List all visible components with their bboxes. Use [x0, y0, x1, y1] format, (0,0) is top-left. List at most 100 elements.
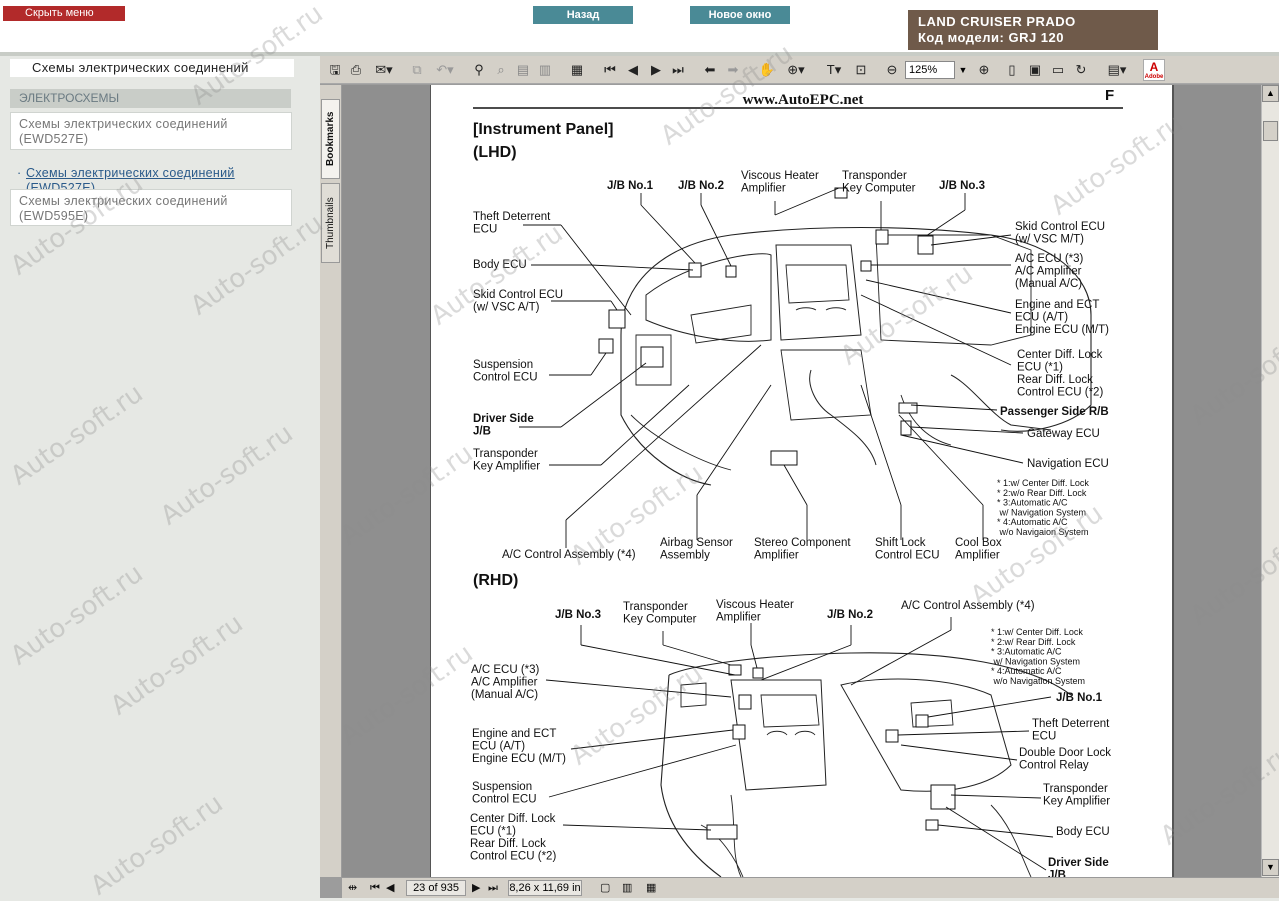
search-icon[interactable]: ⌕ [492, 60, 510, 80]
zoom-out-icon[interactable]: ⊖ [883, 60, 901, 80]
find-icon[interactable]: ⚲ [470, 60, 488, 80]
jb-no3-box [917, 235, 934, 255]
fit-page-icon[interactable]: ▣ [1026, 60, 1044, 80]
undo-icon[interactable]: ↶▾ [430, 60, 460, 80]
dashboard-outline [760, 694, 820, 728]
snapshot-icon[interactable]: ⊡ [852, 60, 870, 80]
page-icon[interactable]: ▤ [514, 60, 532, 80]
bullet-icon: · [17, 166, 22, 180]
rhd-label-body: Body ECU [1056, 826, 1110, 838]
stereo-amp-box [770, 450, 798, 466]
leader-line [580, 644, 736, 676]
zoom-tool-icon[interactable]: ⊕▾ [782, 60, 810, 80]
label-jb-no3: J/B No.3 [939, 180, 985, 192]
last-page-icon[interactable]: ⏭ [670, 60, 686, 80]
pages-icon[interactable]: ▥ [536, 60, 554, 80]
back-button[interactable]: Назад [533, 6, 633, 24]
dashboard-outline [795, 307, 847, 311]
scroll-down-icon[interactable]: ▼ [1262, 859, 1279, 876]
leader-line [865, 279, 1012, 314]
print-icon[interactable]: ⎙ [347, 60, 365, 80]
zoom-in-icon[interactable]: ⊕ [975, 60, 993, 80]
rhd-label-engine: Engine and ECT ECU (A/T) Engine ECU (M/T) [472, 728, 566, 765]
sidebar-item-ewd527e[interactable]: Схемы электрических соединений (EWD527E) [10, 112, 292, 150]
leader-line [545, 679, 732, 698]
layout-icon[interactable]: ⇹ [348, 881, 362, 896]
rhd-label-jb-no3: J/B No.3 [555, 609, 601, 621]
rotate-icon[interactable]: ↻ [1072, 60, 1090, 80]
rhd-engine-box [732, 724, 746, 740]
email-icon[interactable]: ✉▾ [370, 60, 398, 80]
tab-bookmarks[interactable]: Bookmarks [321, 99, 340, 179]
back-view-icon[interactable]: ⬅ [702, 60, 718, 80]
leader-line [662, 644, 732, 666]
first-page-icon[interactable]: ⏮ [602, 60, 618, 80]
rhd-label-transponder-computer: Transponder Key Computer [623, 601, 697, 625]
scroll-thumb[interactable] [1263, 121, 1278, 141]
vertical-scrollbar[interactable]: ▲ ▼ [1261, 85, 1279, 877]
lhd-notes: * 1:w/ Center Diff. Lock * 2:w/o Rear Dif… [997, 478, 1089, 537]
leader-line [640, 204, 696, 264]
label-center-diff: Center Diff. Lock ECU (*1) Rear Diff. Lock… [1017, 349, 1103, 398]
label-skid-control-right: Skid Control ECU (w/ VSC M/T) [1015, 221, 1105, 245]
copy-icon[interactable]: ⧉ [408, 60, 426, 80]
suspension-box [598, 338, 614, 354]
facing-icon[interactable]: ▦ [646, 881, 656, 896]
hide-menu-button[interactable]: Скрыть меню [3, 6, 125, 21]
label-passenger-rb: Passenger Side R/B [1000, 406, 1109, 418]
section-letter: F [1105, 87, 1114, 104]
label-ac-ecu: A/C ECU (*3) A/C Amplifier (Manual A/C) [1015, 253, 1084, 290]
continuous-icon[interactable]: ▥ [622, 881, 632, 896]
prev-page-icon[interactable]: ◀ [625, 60, 641, 80]
rhd-label-ac-ecu: A/C ECU (*3) A/C Amplifier (Manual A/C) [471, 664, 540, 701]
zoom-input[interactable]: 125% [905, 61, 955, 79]
next-page-icon[interactable]: ▶ [472, 881, 480, 896]
page-number-field[interactable]: 23 of 935 [406, 880, 466, 896]
text-select-icon[interactable]: T▾ [820, 60, 848, 80]
leader-line [590, 352, 607, 376]
zoom-dropdown-icon[interactable]: ▼ [956, 61, 970, 79]
label-body-ecu: Body ECU [473, 259, 527, 271]
label-engine-ecu: Engine and ECT ECU (A/T) Engine ECU (M/T) [1015, 299, 1109, 336]
dashboard-outline [766, 730, 816, 736]
rhd-label-driver-jb: Driver Side J/B [1048, 857, 1109, 877]
single-page-icon[interactable]: ▢ [600, 881, 610, 896]
side-tabs: Bookmarks Thumbnails [320, 85, 341, 877]
leader-line [945, 806, 1047, 871]
first-page-icon[interactable]: ⏮ [370, 881, 380, 896]
leader-line [937, 824, 1054, 838]
rhd-label-viscous: Viscous Heater Amplifier [716, 599, 794, 623]
leader-line [600, 384, 690, 466]
forward-view-icon[interactable]: ➡ [725, 60, 741, 80]
fit-width-icon[interactable]: ▭ [1049, 60, 1067, 80]
leader-line [900, 434, 1024, 464]
adobe-logo-icon[interactable]: A Adobe [1143, 59, 1165, 81]
ac-ecu-box [860, 260, 872, 272]
rhd-label-jb-no2: J/B No.2 [827, 609, 873, 621]
tab-thumbnails[interactable]: Thumbnails [321, 183, 340, 263]
sidebar-section-header[interactable]: ЭЛЕКТРОСХЕМЫ [10, 89, 291, 108]
article-icon[interactable]: ▦ [568, 60, 586, 80]
last-page-icon[interactable]: ⏭ [488, 881, 498, 896]
actual-size-icon[interactable]: ▯ [1003, 60, 1021, 80]
rhd-heading: (RHD) [473, 572, 518, 589]
next-page-icon[interactable]: ▶ [648, 60, 664, 80]
prev-page-icon[interactable]: ◀ [386, 881, 394, 896]
leader-line [910, 404, 998, 411]
rhd-label-ac-assembly: A/C Control Assembly (*4) [901, 600, 1035, 612]
scroll-up-icon[interactable]: ▲ [1262, 85, 1279, 102]
model-info: LAND CRUISER PRADO Код модели: GRJ 120 [908, 10, 1158, 50]
dashboard-outline [660, 674, 722, 877]
rhd-label-double-door: Double Door Lock Control Relay [1019, 747, 1111, 771]
document-area[interactable]: www.AutoEPC.net F [Instrument Panel] (LHD) J… [342, 85, 1261, 877]
label-jb-no2: J/B No.2 [678, 180, 724, 192]
pages-menu-icon[interactable]: ▤▾ [1102, 60, 1132, 80]
sidebar-item-ewd595e[interactable]: Схемы электрических соединений (EWD595E) [10, 189, 292, 226]
new-window-button[interactable]: Новое окно [690, 6, 790, 24]
rhd-jb1-box [915, 714, 929, 728]
label-cool-box: Cool Box Amplifier [955, 537, 1002, 561]
save-icon[interactable]: 🖫 [326, 60, 344, 80]
hand-tool-icon[interactable]: ✋ [758, 60, 776, 80]
label-transponder-computer: Transponder Key Computer [842, 170, 916, 194]
rhd-ac-ecu-box [738, 694, 752, 710]
